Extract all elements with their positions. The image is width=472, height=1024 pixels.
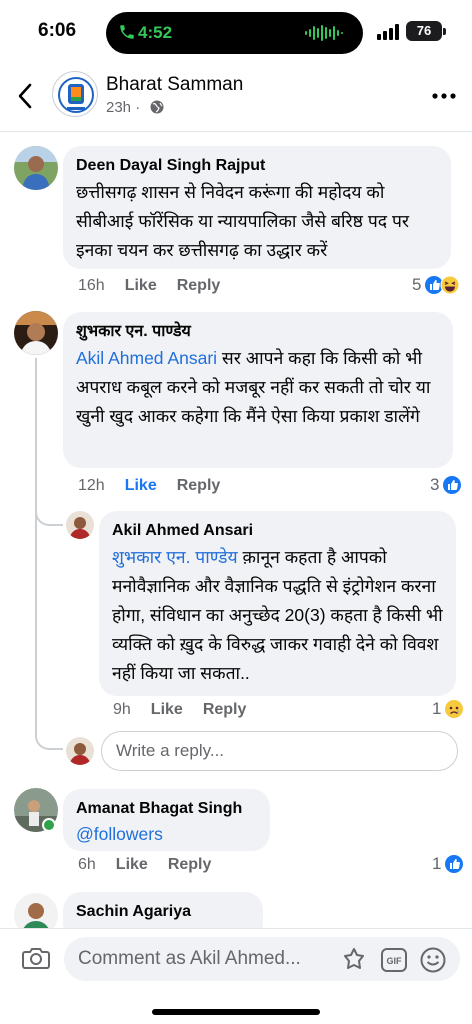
status-bar: 6:06 4:52 76 (0, 0, 472, 62)
comment-text: शुभकार एन. पाण्डेय क़ानून कहता है आपको म… (112, 543, 444, 688)
like-button[interactable]: Like (116, 856, 148, 874)
clock: 6:06 (38, 20, 77, 41)
person-photo-icon (66, 737, 94, 765)
like-button[interactable]: Like (125, 477, 157, 495)
reply-button[interactable]: Reply (177, 277, 221, 295)
comment-bubble: Akil Ahmed Ansari शुभकार एन. पाण्डेय क़ा… (99, 511, 456, 696)
comment-composer: Comment as Akil Ahmed... GIF (0, 928, 472, 1024)
avatar[interactable] (66, 511, 94, 539)
person-photo-icon (66, 511, 94, 539)
person-photo-icon (14, 311, 58, 355)
like-button[interactable]: Like (125, 277, 157, 295)
home-indicator[interactable] (152, 1009, 320, 1015)
page-avatar[interactable] (52, 71, 98, 117)
reaction-summary[interactable]: 5 (412, 275, 460, 295)
comment-author[interactable]: Deen Dayal Singh Rajput (76, 155, 439, 177)
reply-button[interactable]: Reply (177, 477, 221, 495)
like-reaction-icon (445, 855, 464, 873)
mention-link[interactable]: शुभकार एन. पाण्डेय (112, 547, 238, 567)
page-name[interactable]: Bharat Samman (106, 74, 243, 96)
like-button[interactable]: Like (151, 701, 183, 719)
back-arrow-icon[interactable] (14, 82, 38, 110)
gif-icon[interactable]: GIF (381, 948, 407, 972)
mention-link[interactable]: @followers (76, 821, 258, 847)
comment-time: 9h (113, 701, 131, 718)
post-age: 23h · (106, 99, 141, 116)
online-indicator (42, 818, 56, 832)
comment-time: 16h (78, 277, 105, 294)
comment-actions: 9h Like Reply (113, 701, 246, 719)
comment-author[interactable]: Sachin Agariya (76, 901, 251, 923)
comment-author[interactable]: Amanat Bhagat Singh (76, 798, 258, 820)
comment-text: छत्तीसगढ़ शासन से निवेदन करूंगा की महोदय… (76, 182, 410, 260)
battery-tip (443, 28, 446, 35)
person-photo-icon (14, 146, 58, 190)
haha-reaction-icon (440, 275, 460, 295)
reaction-count: 5 (412, 275, 422, 294)
signal-icon (377, 24, 399, 40)
reply-button[interactable]: Reply (168, 856, 212, 874)
comment-time: 6h (78, 856, 96, 873)
sad-reaction-icon (445, 700, 464, 718)
camera-icon[interactable] (22, 946, 50, 970)
comment-actions: 16h Like Reply (78, 277, 220, 295)
reaction-summary[interactable]: 3 (430, 475, 462, 495)
reply-input[interactable]: Write a reply... (101, 731, 458, 771)
comment-actions: 6h Like Reply (78, 856, 211, 874)
post-header: Bharat Samman 23h · (0, 62, 472, 132)
phone-icon (120, 25, 134, 39)
emoji-icon[interactable] (420, 947, 446, 973)
avatar[interactable] (14, 146, 58, 190)
thread-connector (35, 490, 63, 526)
avatar[interactable] (14, 311, 58, 355)
comment-time: 12h (78, 477, 105, 494)
globe-icon (150, 100, 164, 114)
thread-connector (35, 710, 63, 750)
call-duration: 4:52 (138, 23, 173, 42)
comment-body: क़ानून कहता है आपको मनोवैज्ञानिक और वैज्… (112, 547, 443, 683)
comment-bubble: शुभकार एन. पाण्डेय Akil Ahmed Ansari सर … (63, 312, 453, 468)
sticker-icon[interactable] (341, 947, 367, 973)
dynamic-island[interactable]: 4:52 (106, 12, 363, 54)
comment-bubble: Amanat Bhagat Singh @followers (63, 789, 270, 851)
comment-author[interactable]: Akil Ahmed Ansari (112, 520, 444, 542)
comment-text: Akil Ahmed Ansari सर आपने कहा कि किसी को… (76, 344, 441, 431)
thread-line (35, 358, 37, 718)
my-avatar (66, 737, 94, 765)
reaction-summary[interactable]: 1 (432, 699, 464, 719)
more-options-icon[interactable] (432, 92, 456, 100)
page-logo-icon (58, 77, 94, 113)
battery-icon: 76 (406, 21, 442, 41)
reaction-summary[interactable]: 1 (432, 854, 464, 874)
audio-wave-icon (305, 25, 343, 41)
reaction-count: 3 (430, 475, 440, 494)
comment-actions: 12h Like Reply (78, 477, 220, 495)
gif-label: GIF (387, 956, 403, 966)
comment-author[interactable]: शुभकार एन. पाण्डेय (76, 321, 441, 343)
comment-bubble: Deen Dayal Singh Rajput छत्तीसगढ़ शासन स… (63, 146, 451, 269)
reaction-count: 1 (432, 699, 442, 718)
mention-link[interactable]: Akil Ahmed Ansari (76, 348, 217, 368)
reply-button[interactable]: Reply (203, 701, 247, 719)
like-reaction-icon (443, 476, 462, 494)
reaction-count: 1 (432, 854, 442, 873)
